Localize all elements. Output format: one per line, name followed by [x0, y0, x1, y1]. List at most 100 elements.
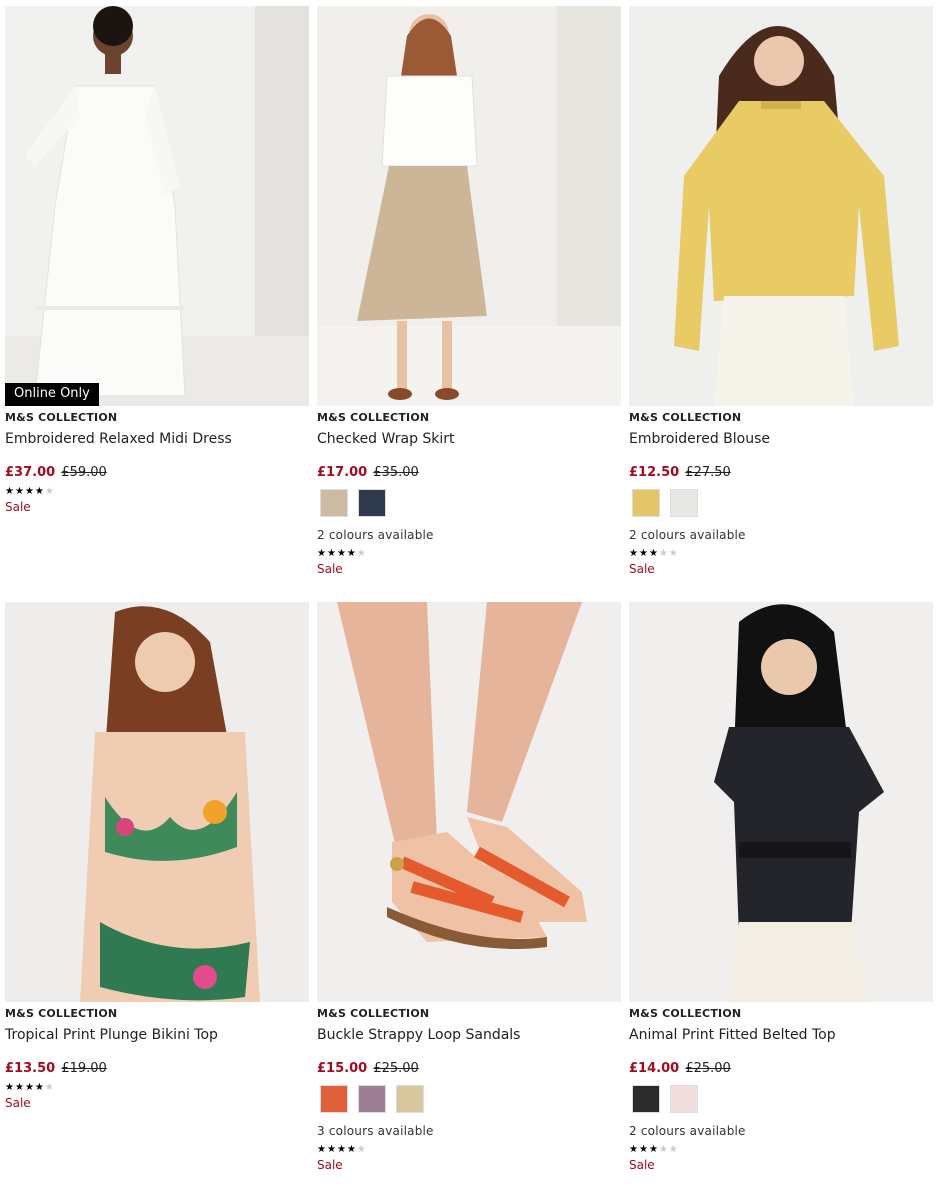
colour-swatch[interactable]	[396, 1085, 424, 1113]
product-brand: M&S COLLECTION	[317, 1007, 430, 1020]
product-card[interactable]: M&S COLLECTION Buckle Strappy Loop Sanda…	[317, 602, 621, 1173]
star-icon: ★	[629, 1144, 638, 1155]
product-price: £14.00 £25.00	[629, 1061, 933, 1077]
star-icon: ★	[638, 548, 648, 559]
star-icon: ★	[658, 1144, 668, 1155]
product-title[interactable]: Checked Wrap Skirt	[317, 429, 621, 449]
colours-available: 3 colours available	[317, 1124, 434, 1138]
price-now: £15.00	[317, 1061, 368, 1076]
product-brand: M&S COLLECTION	[629, 1007, 742, 1020]
product-brand: M&S COLLECTION	[5, 1007, 118, 1020]
product-image[interactable]: Online Only	[5, 6, 309, 406]
product-price: £12.50 £27.50	[629, 465, 933, 481]
online-only-badge: Online Only	[5, 383, 99, 406]
product-image[interactable]	[317, 6, 621, 406]
colour-swatches	[317, 1085, 621, 1113]
colour-swatch[interactable]	[632, 489, 660, 517]
product-title[interactable]: Embroidered Blouse	[629, 429, 933, 449]
product-title[interactable]: Tropical Print Plunge Bikini Top	[5, 1025, 309, 1045]
price-now: £14.00	[629, 1061, 680, 1076]
product-card[interactable]: Online Only M&S COLLECTION Embroidered R…	[5, 6, 309, 515]
star-icon: ★	[14, 486, 24, 497]
colour-swatch[interactable]	[320, 489, 348, 517]
product-image[interactable]	[317, 602, 621, 1002]
star-icon: ★	[356, 548, 366, 559]
product-image[interactable]	[629, 602, 933, 1002]
price-now: £37.00	[5, 465, 56, 480]
sale-label: Sale	[5, 1096, 31, 1110]
product-brand: M&S COLLECTION	[5, 411, 118, 424]
sale-label: Sale	[317, 1158, 343, 1172]
colour-swatch[interactable]	[670, 1085, 698, 1113]
product-title[interactable]: Animal Print Fitted Belted Top	[629, 1025, 933, 1045]
star-icon: ★	[648, 548, 658, 559]
price-was: £27.50	[685, 465, 731, 480]
star-icon: ★	[326, 1144, 336, 1155]
star-icon: ★	[336, 548, 346, 559]
star-icon: ★	[14, 1082, 24, 1093]
colour-swatch[interactable]	[670, 489, 698, 517]
product-card[interactable]: M&S COLLECTION Tropical Print Plunge Bik…	[5, 602, 309, 1111]
price-was: £25.00	[373, 1061, 419, 1076]
star-icon: ★	[629, 548, 638, 559]
product-image[interactable]	[5, 602, 309, 1002]
product-image[interactable]	[629, 6, 933, 406]
product-card[interactable]: M&S COLLECTION Animal Print Fitted Belte…	[629, 602, 933, 1173]
star-icon: ★	[317, 1144, 326, 1155]
product-title[interactable]: Embroidered Relaxed Midi Dress	[5, 429, 309, 449]
price-was: £19.00	[61, 1061, 107, 1076]
colour-swatch[interactable]	[358, 489, 386, 517]
star-icon: ★	[648, 1144, 658, 1155]
colour-swatch[interactable]	[358, 1085, 386, 1113]
rating-stars: ★ ★ ★ ★ ★	[629, 549, 933, 559]
product-row: Online Only M&S COLLECTION Embroidered R…	[5, 6, 933, 602]
product-card[interactable]: M&S COLLECTION Checked Wrap Skirt £17.00…	[317, 6, 621, 577]
colour-swatches	[629, 1085, 933, 1113]
product-price: £37.00 £59.00	[5, 465, 309, 481]
rating-stars: ★ ★ ★ ★ ★	[317, 549, 621, 559]
star-icon: ★	[44, 1082, 54, 1093]
price-now: £17.00	[317, 465, 368, 480]
star-icon: ★	[346, 548, 356, 559]
star-icon: ★	[24, 1082, 34, 1093]
product-title[interactable]: Buckle Strappy Loop Sandals	[317, 1025, 621, 1045]
star-icon: ★	[658, 548, 668, 559]
price-now: £12.50	[629, 465, 680, 480]
product-brand: M&S COLLECTION	[317, 411, 430, 424]
product-price: £15.00 £25.00	[317, 1061, 621, 1077]
sale-label: Sale	[629, 1158, 655, 1172]
star-icon: ★	[5, 486, 14, 497]
rating-stars: ★ ★ ★ ★ ★	[317, 1145, 621, 1155]
sale-label: Sale	[629, 562, 655, 576]
price-was: £59.00	[61, 465, 107, 480]
price-now: £13.50	[5, 1061, 56, 1076]
star-icon: ★	[668, 548, 678, 559]
star-icon: ★	[5, 1082, 14, 1093]
product-brand: M&S COLLECTION	[629, 411, 742, 424]
rating-stars: ★ ★ ★ ★ ★	[629, 1145, 933, 1155]
product-price: £13.50 £19.00	[5, 1061, 309, 1077]
price-was: £35.00	[373, 465, 419, 480]
product-grid: Online Only M&S COLLECTION Embroidered R…	[5, 6, 933, 1198]
star-icon: ★	[34, 1082, 44, 1093]
star-icon: ★	[638, 1144, 648, 1155]
star-icon: ★	[326, 548, 336, 559]
star-icon: ★	[356, 1144, 366, 1155]
star-icon: ★	[336, 1144, 346, 1155]
colours-available: 2 colours available	[317, 528, 434, 542]
star-icon: ★	[24, 486, 34, 497]
colour-swatches	[317, 489, 621, 517]
star-icon: ★	[346, 1144, 356, 1155]
rating-stars: ★ ★ ★ ★ ★	[5, 487, 309, 497]
product-row: M&S COLLECTION Tropical Print Plunge Bik…	[5, 602, 933, 1198]
star-icon: ★	[668, 1144, 678, 1155]
product-card[interactable]: M&S COLLECTION Embroidered Blouse £12.50…	[629, 6, 933, 577]
sale-label: Sale	[5, 500, 31, 514]
colour-swatch[interactable]	[632, 1085, 660, 1113]
colours-available: 2 colours available	[629, 1124, 746, 1138]
star-icon: ★	[34, 486, 44, 497]
star-icon: ★	[44, 486, 54, 497]
colour-swatch[interactable]	[320, 1085, 348, 1113]
rating-stars: ★ ★ ★ ★ ★	[5, 1083, 309, 1093]
product-price: £17.00 £35.00	[317, 465, 621, 481]
